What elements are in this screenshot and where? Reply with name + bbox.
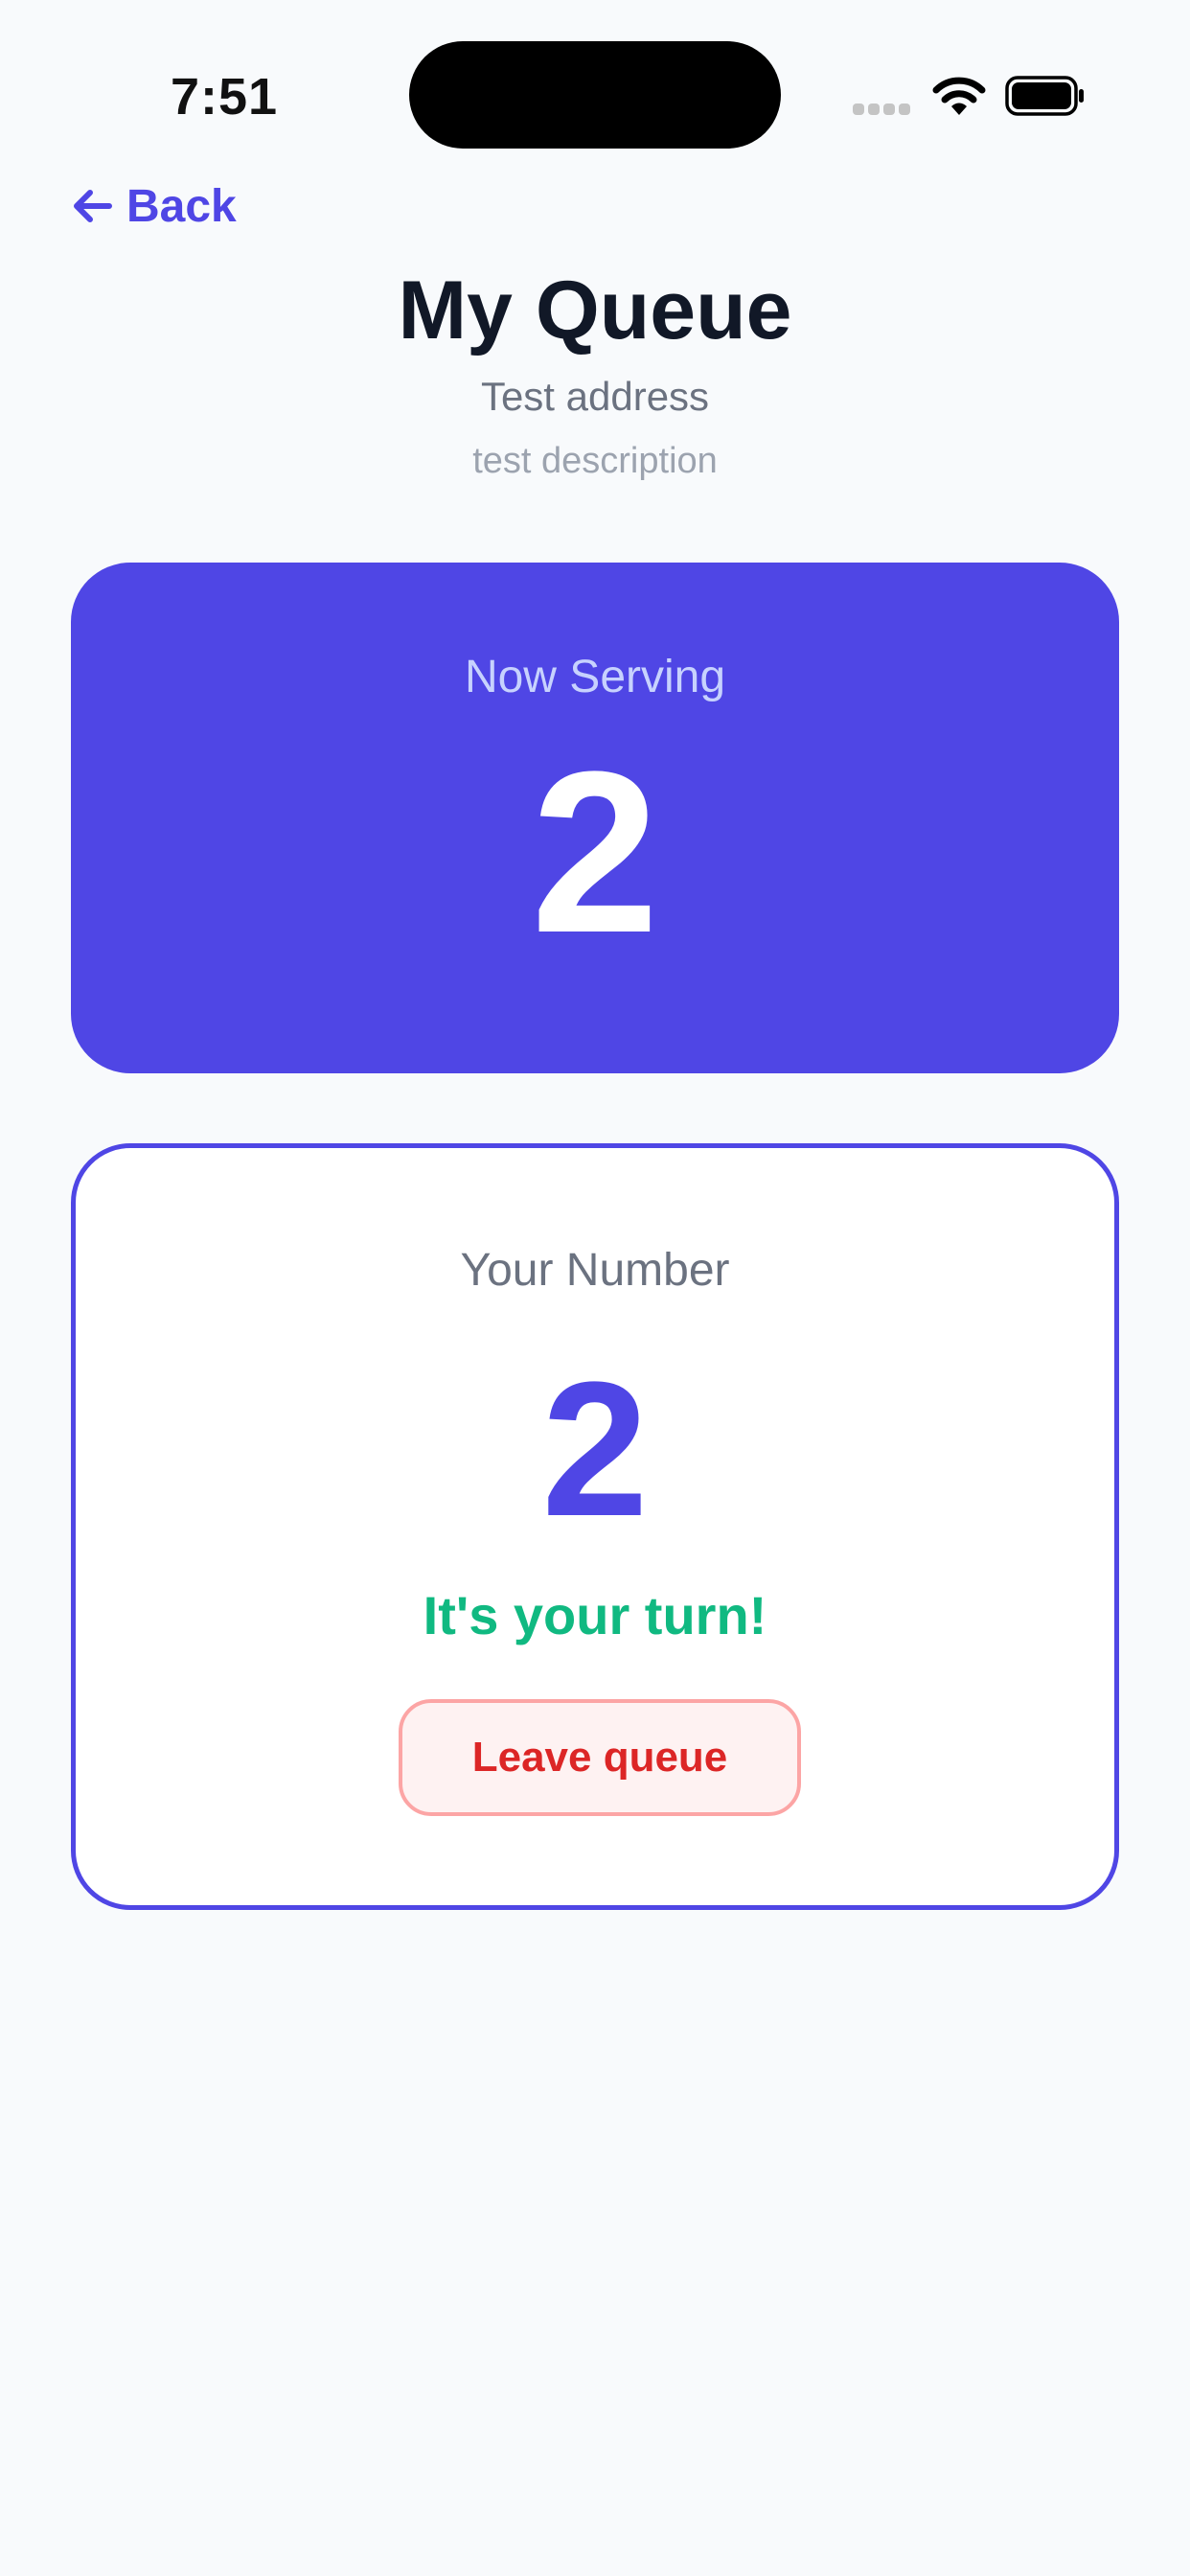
- your-number-card: Your Number 2 It's your turn! Leave queu…: [71, 1143, 1119, 1910]
- now-serving-label: Now Serving: [464, 652, 726, 702]
- now-serving-number: 2: [531, 724, 659, 980]
- your-number-value: 2: [541, 1343, 649, 1556]
- status-time: 7:51: [171, 68, 279, 126]
- dynamic-island: [409, 41, 781, 149]
- turn-status-message: It's your turn!: [423, 1585, 767, 1645]
- arrow-left-icon: [74, 190, 112, 222]
- leave-queue-button[interactable]: Leave queue: [399, 1699, 801, 1816]
- queue-description: test description: [472, 441, 718, 481]
- wifi-icon: [932, 77, 986, 115]
- page-title: My Queue: [398, 264, 792, 356]
- battery-icon: [1005, 76, 1084, 116]
- now-serving-card: Now Serving 2: [71, 563, 1119, 1073]
- your-number-label: Your Number: [460, 1245, 730, 1296]
- queue-address: Test address: [480, 374, 710, 419]
- back-label: Back: [126, 180, 237, 232]
- back-button[interactable]: Back: [71, 172, 237, 240]
- queue-screen: 7:51 Back My Queue Test address test des…: [0, 0, 1190, 2576]
- cellular-signal-icon: [853, 104, 912, 115]
- status-bar: 7:51: [0, 0, 1190, 192]
